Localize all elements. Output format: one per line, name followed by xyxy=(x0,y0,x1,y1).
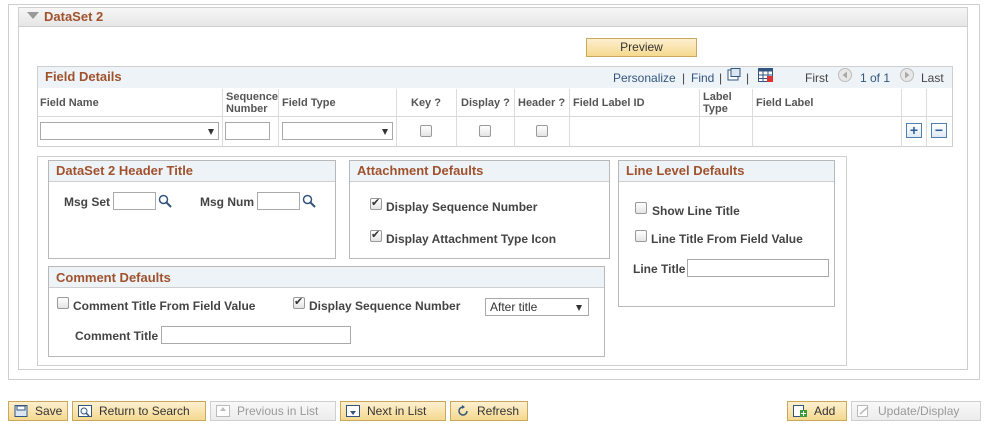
update-display-button[interactable]: Update/Display xyxy=(851,401,981,421)
grid-title: Field Details xyxy=(45,69,122,84)
previous-row-icon[interactable] xyxy=(838,68,852,82)
save-label: Save xyxy=(35,404,63,418)
search-icon[interactable] xyxy=(302,194,316,208)
comment-title-label: Comment Title xyxy=(75,329,159,343)
save-button[interactable]: Save xyxy=(8,401,68,421)
display-sequence-checkbox[interactable] xyxy=(370,196,382,210)
sequence-position-select[interactable]: After title xyxy=(485,298,589,316)
next-row-icon[interactable] xyxy=(900,68,914,82)
refresh-button[interactable]: Refresh xyxy=(450,401,528,421)
line-title-from-field-checkbox[interactable] xyxy=(635,230,647,242)
col-display: Display ? xyxy=(461,97,510,109)
refresh-label: Refresh xyxy=(477,404,520,418)
col-divider xyxy=(699,89,700,146)
previous-in-list-button[interactable]: Previous in List xyxy=(210,401,336,421)
col-field-label-id: Field Label ID xyxy=(573,97,645,109)
col-divider xyxy=(901,89,902,146)
col-divider xyxy=(222,89,223,146)
col-divider xyxy=(514,89,515,146)
line-title-label: Line Title xyxy=(633,262,686,276)
msg-set-input[interactable] xyxy=(113,192,156,210)
return-to-search-label: Return to Search xyxy=(99,404,190,418)
col-field-name: Field Name xyxy=(40,97,99,109)
col-divider xyxy=(456,89,457,146)
msg-num-input[interactable] xyxy=(257,192,300,210)
col-key: Key ? xyxy=(411,97,441,109)
add-button[interactable]: Add xyxy=(787,401,847,421)
header-checkbox[interactable] xyxy=(536,125,548,137)
return-search-icon xyxy=(78,405,92,417)
key-checkbox[interactable] xyxy=(420,125,432,137)
show-line-title-label: Show Line Title xyxy=(652,204,740,218)
col-sequence-number-2: Number xyxy=(226,103,268,115)
display-icon-checkbox[interactable] xyxy=(370,228,382,242)
download-spreadsheet-icon[interactable] xyxy=(758,68,773,82)
col-divider xyxy=(396,89,397,146)
dataset-title[interactable]: DataSet 2 xyxy=(44,9,103,24)
view-all-icon[interactable] xyxy=(727,68,741,81)
previous-in-list-label: Previous in List xyxy=(237,404,319,418)
header-title-heading: DataSet 2 Header Title xyxy=(56,163,194,178)
col-label-type-1: Label xyxy=(703,91,732,103)
comment-display-sequence-checkbox[interactable] xyxy=(293,295,305,309)
add-icon xyxy=(793,405,807,417)
line-title-from-field-label: Line Title From Field Value xyxy=(651,232,803,246)
delete-row-button[interactable]: − xyxy=(931,123,947,138)
show-line-title-checkbox[interactable] xyxy=(635,202,647,214)
add-label: Add xyxy=(814,404,836,418)
row-range: 1 of 1 xyxy=(860,71,891,85)
display-checkbox[interactable] xyxy=(479,125,491,137)
display-sequence-label: Display Sequence Number xyxy=(386,200,538,214)
update-display-icon xyxy=(857,405,869,417)
save-icon xyxy=(14,405,28,417)
line-title-input[interactable] xyxy=(687,259,829,277)
sequence-position-value: After title xyxy=(490,300,538,314)
col-divider xyxy=(278,89,279,146)
return-to-search-button[interactable]: Return to Search xyxy=(72,401,206,421)
refresh-icon xyxy=(458,405,468,416)
col-divider xyxy=(926,89,927,146)
comment-title-input[interactable] xyxy=(161,326,351,344)
col-divider xyxy=(752,89,753,146)
col-field-type: Field Type xyxy=(282,97,336,109)
personalize-link[interactable]: Personalize xyxy=(613,71,676,85)
preview-button[interactable]: Preview xyxy=(586,38,697,57)
next-list-icon xyxy=(346,405,360,417)
comment-heading: Comment Defaults xyxy=(56,270,171,285)
separator: | xyxy=(719,71,723,85)
update-display-label: Update/Display xyxy=(878,404,960,418)
chevron-down-icon xyxy=(382,129,388,135)
separator: | xyxy=(682,71,686,85)
collapse-triangle-icon[interactable] xyxy=(27,12,39,19)
next-in-list-label: Next in List xyxy=(367,404,427,418)
comment-display-sequence-label: Display Sequence Number xyxy=(309,299,461,313)
previous-list-icon xyxy=(216,405,230,417)
col-divider xyxy=(569,89,570,146)
col-label-type-2: Type xyxy=(703,103,728,115)
last-label: Last xyxy=(921,71,944,85)
add-row-button[interactable]: + xyxy=(906,123,922,138)
first-label: First xyxy=(805,71,829,85)
sequence-input[interactable] xyxy=(225,122,270,140)
chevron-down-icon xyxy=(576,305,582,311)
msg-num-label: Msg Num xyxy=(200,195,254,209)
separator: | xyxy=(746,71,750,85)
attachment-heading: Attachment Defaults xyxy=(357,163,484,178)
chevron-down-icon xyxy=(208,129,214,135)
find-link[interactable]: Find xyxy=(691,71,714,85)
line-level-heading: Line Level Defaults xyxy=(626,163,745,178)
comment-title-from-field-label: Comment Title From Field Value xyxy=(73,299,256,313)
field-type-select[interactable] xyxy=(282,122,393,140)
msg-set-label: Msg Set xyxy=(64,195,111,209)
col-field-label: Field Label xyxy=(756,97,814,109)
search-icon[interactable] xyxy=(158,194,172,208)
field-name-select[interactable] xyxy=(40,122,219,140)
comment-title-from-field-checkbox[interactable] xyxy=(57,297,69,309)
col-header: Header ? xyxy=(518,97,566,109)
col-sequence-number-1: Sequence xyxy=(226,91,278,103)
display-icon-label: Display Attachment Type Icon xyxy=(386,232,557,246)
dataset-header[interactable] xyxy=(18,7,968,27)
next-in-list-button[interactable]: Next in List xyxy=(340,401,446,421)
